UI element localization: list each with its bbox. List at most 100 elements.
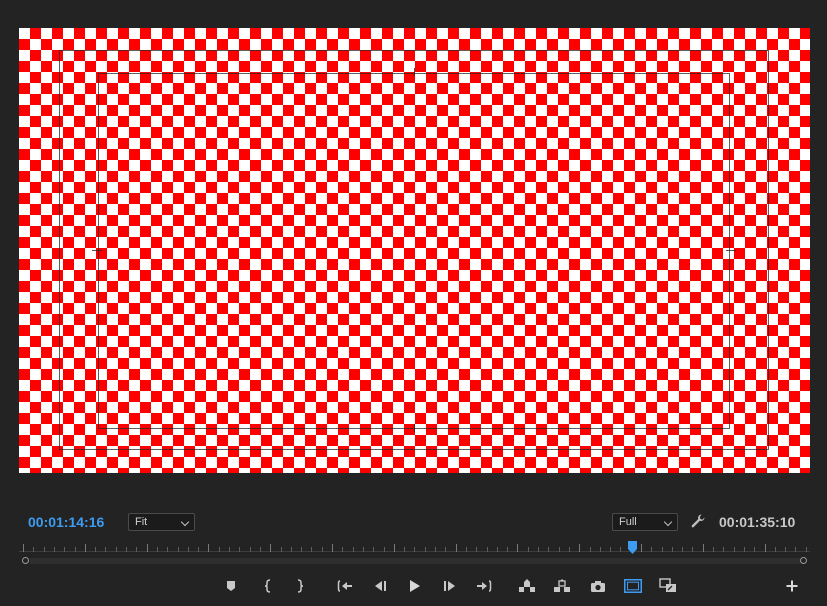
ruler-tick xyxy=(136,547,137,552)
ruler-tick xyxy=(75,547,76,552)
center-crosshair-top xyxy=(414,68,415,76)
ruler-tick xyxy=(713,547,714,552)
ruler-tick xyxy=(610,547,611,552)
ruler-tick xyxy=(64,547,65,552)
ruler-tick xyxy=(507,547,508,552)
ruler-tick xyxy=(363,547,364,552)
ruler-tick xyxy=(301,547,302,552)
ruler-tick xyxy=(260,547,261,552)
ruler-tick xyxy=(54,547,55,552)
ruler-tick xyxy=(250,547,251,552)
ruler-tick xyxy=(569,547,570,552)
ruler-tick xyxy=(281,547,282,552)
safe-margins-icon[interactable] xyxy=(624,577,642,595)
ruler-tick xyxy=(208,544,209,552)
title-safe-guide xyxy=(98,73,730,429)
ruler-tick xyxy=(590,547,591,552)
ruler-tick xyxy=(456,544,457,552)
ruler-tick xyxy=(466,547,467,552)
lift-icon[interactable] xyxy=(518,577,536,595)
program-monitor-viewer[interactable] xyxy=(19,28,810,473)
extract-icon[interactable] xyxy=(553,577,571,595)
ruler-tick xyxy=(384,547,385,552)
ruler-tick xyxy=(806,547,807,552)
ruler-tick xyxy=(795,547,796,552)
ruler-tick xyxy=(394,544,395,552)
ruler-tick xyxy=(579,544,580,552)
go-to-in-icon[interactable] xyxy=(336,577,354,595)
mark-out-icon[interactable] xyxy=(291,577,309,595)
go-to-out-icon[interactable] xyxy=(475,577,493,595)
ruler-tick xyxy=(322,547,323,552)
ruler-tick xyxy=(157,547,158,552)
ruler-tick xyxy=(703,544,704,552)
center-crosshair-right xyxy=(726,250,736,251)
ruler-tick xyxy=(754,547,755,552)
ruler-tick xyxy=(188,547,189,552)
zoom-scroll-handle-right[interactable] xyxy=(800,557,807,564)
playhead-timecode[interactable]: 00:01:14:16 xyxy=(28,514,104,530)
ruler-tick xyxy=(44,547,45,552)
settings-wrench-icon[interactable] xyxy=(690,513,706,529)
ruler-tick xyxy=(373,547,374,552)
ruler-tick xyxy=(744,547,745,552)
playhead[interactable] xyxy=(627,541,638,554)
ruler-tick xyxy=(33,547,34,552)
ruler-tick xyxy=(785,547,786,552)
ruler-tick xyxy=(270,544,271,552)
export-frame-icon[interactable] xyxy=(589,577,607,595)
ruler-tick xyxy=(775,547,776,552)
ruler-tick xyxy=(23,544,24,552)
ruler-tick xyxy=(672,547,673,552)
ruler-tick xyxy=(332,544,333,552)
ruler-tick xyxy=(651,547,652,552)
ruler-tick xyxy=(414,547,415,552)
playback-resolution-value: Full xyxy=(619,516,637,528)
ruler-tick xyxy=(548,547,549,552)
ruler-tick xyxy=(662,547,663,552)
ruler-tick xyxy=(620,547,621,552)
step-back-icon[interactable] xyxy=(371,577,389,595)
comparison-view-icon[interactable] xyxy=(659,577,677,595)
ruler-tick xyxy=(734,547,735,552)
ruler-tick xyxy=(497,547,498,552)
chevron-down-icon xyxy=(663,517,673,527)
ruler-tick xyxy=(559,547,560,552)
ruler-tick xyxy=(517,544,518,552)
ruler-tick xyxy=(167,547,168,552)
ruler-tick xyxy=(476,547,477,552)
playback-resolution-dropdown[interactable]: Full xyxy=(612,513,678,531)
ruler-tick xyxy=(342,547,343,552)
center-crosshair-left xyxy=(92,250,102,251)
ruler-tick xyxy=(229,547,230,552)
ruler-tick xyxy=(600,547,601,552)
ruler-tick xyxy=(105,547,106,552)
add-marker-icon[interactable] xyxy=(222,577,240,595)
ruler-tick xyxy=(723,547,724,552)
ruler-tick xyxy=(435,547,436,552)
zoom-scroll-handle-left[interactable] xyxy=(22,557,29,564)
button-editor-add-icon[interactable] xyxy=(783,577,801,595)
ruler-tick xyxy=(147,544,148,552)
ruler-tick xyxy=(487,547,488,552)
ruler-tick xyxy=(311,547,312,552)
ruler-tick xyxy=(425,547,426,552)
time-ruler[interactable] xyxy=(19,543,810,553)
step-forward-icon[interactable] xyxy=(441,577,459,595)
zoom-level-value: Fit xyxy=(135,516,148,528)
ruler-tick xyxy=(404,547,405,552)
ruler-tick xyxy=(95,547,96,552)
center-crosshair-bottom xyxy=(414,424,415,432)
ruler-tick xyxy=(126,547,127,552)
zoom-scroll-bar[interactable] xyxy=(30,558,800,564)
play-icon[interactable] xyxy=(406,577,424,595)
zoom-level-dropdown[interactable]: Fit xyxy=(128,513,195,531)
ruler-tick xyxy=(239,547,240,552)
ruler-tick xyxy=(765,544,766,552)
ruler-tick xyxy=(291,547,292,552)
mark-in-icon[interactable] xyxy=(259,577,277,595)
ruler-tick xyxy=(682,547,683,552)
ruler-tick xyxy=(178,547,179,552)
ruler-tick xyxy=(692,547,693,552)
ruler-tick xyxy=(538,547,539,552)
